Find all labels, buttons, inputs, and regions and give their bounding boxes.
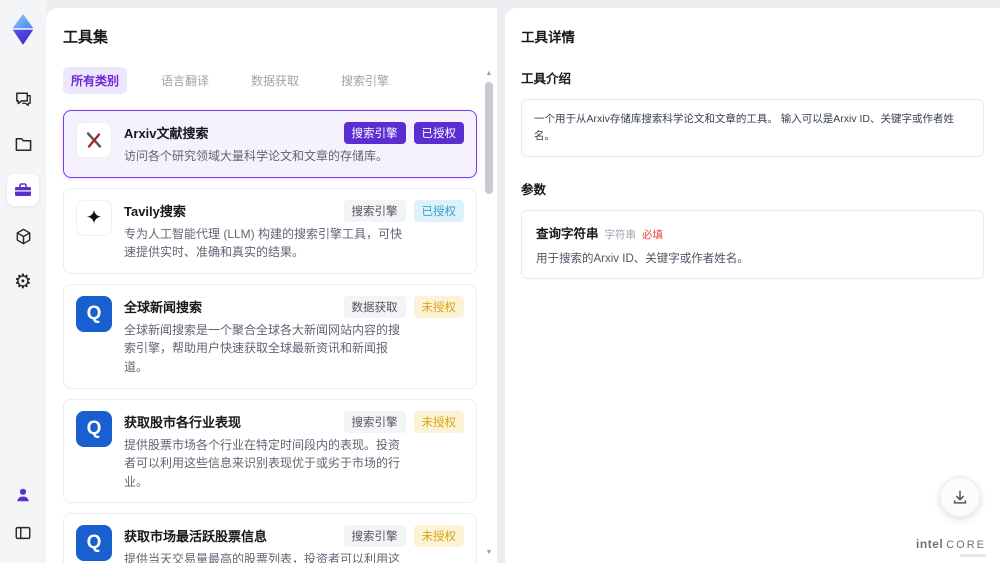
tool-card-sector-performance[interactable]: Q 获取股市各行业表现 提供股票市场各个行业在特定时间段内的表现。投资者可以利用… [63, 398, 477, 504]
scroll-up-arrow-icon[interactable]: ▲ [485, 70, 493, 78]
tool-list-panel: 工具集 所有类别 语言翻译 数据获取 搜索引擎 Arxiv文献搜索 访问各个研究… [46, 8, 497, 563]
chat-icon[interactable] [7, 82, 39, 114]
app-logo-icon [12, 13, 34, 45]
news-tool-logo-icon: Q [76, 295, 112, 332]
arxiv-logo-icon [76, 122, 112, 158]
tool-details-panel: 工具详情 工具介绍 一个用于从Arxiv存储库搜索科学论文和文章的工具。 输入可… [505, 8, 1000, 563]
folder-icon[interactable] [7, 128, 39, 160]
scrollbar-thumb[interactable] [485, 82, 493, 194]
status-badge: 已授权 [413, 199, 464, 222]
param-type: 字符串 [604, 228, 637, 241]
category-badge: 搜索引擎 [343, 525, 406, 548]
param-box: 查询字符串 字符串 必填 用于搜索的Arxiv ID、关键字或作者姓名。 [521, 209, 984, 279]
param-name: 查询字符串 [536, 226, 599, 241]
category-tabs: 所有类别 语言翻译 数据获取 搜索引擎 [63, 67, 497, 94]
finance-tool-logo-icon: Q [76, 525, 112, 562]
download-button[interactable] [940, 477, 980, 517]
scroll-down-arrow-icon[interactable]: ▼ [485, 549, 493, 557]
app-window: ⚙ 工具集 所有类别 语言翻译 数据获取 搜索引擎 Arxiv文献搜索 访问各个… [0, 0, 1000, 563]
cube-icon[interactable] [7, 220, 39, 252]
tool-card-active-stocks[interactable]: Q 获取市场最活跃股票信息 提供当天交易量最高的股票列表，投资者可以利用这些信息… [63, 513, 477, 563]
tool-card-tavily[interactable]: ✦ Tavily搜索 专为人工智能代理 (LLM) 构建的搜索引擎工具，可快速提… [63, 187, 477, 274]
status-badge: 已授权 [413, 122, 464, 144]
collapse-panel-icon[interactable] [7, 517, 39, 549]
category-badge: 搜索引擎 [343, 199, 406, 222]
status-badge: 未授权 [413, 525, 464, 548]
page-title: 工具集 [63, 29, 109, 46]
tab-all-categories[interactable]: 所有类别 [63, 67, 128, 94]
tool-description: 专为人工智能代理 (LLM) 构建的搜索引擎工具，可快速提供实时、准确和真实的结… [124, 226, 403, 260]
tab-data-fetch[interactable]: 数据获取 [243, 67, 307, 94]
param-description: 用于搜索的Arxiv ID、关键字或作者姓名。 [536, 252, 749, 265]
tool-card-arxiv[interactable]: Arxiv文献搜索 访问各个研究领域大量科学论文和文章的存储库。 搜索引擎 已授… [63, 110, 477, 178]
intro-heading: 工具介绍 [521, 72, 572, 86]
download-icon [953, 490, 967, 504]
tool-description: 访问各个研究领域大量科学论文和文章的存储库。 [124, 149, 389, 163]
tool-list: Arxiv文献搜索 访问各个研究领域大量科学论文和文章的存储库。 搜索引擎 已授… [63, 110, 477, 563]
intel-core-logo: intel core [916, 537, 986, 557]
status-badge: 未授权 [413, 410, 464, 433]
intel-brand-text: intel [916, 537, 944, 551]
tool-description: 提供当天交易量最高的股票列表，投资者可以利用这些信息来识别流动性强的股票和潜在的… [124, 552, 401, 563]
params-heading: 参数 [521, 182, 547, 197]
toolbox-icon[interactable] [7, 174, 39, 206]
intro-text: 一个用于从Arxiv存储库搜索科学论文和文章的工具。 输入可以是Arxiv ID… [534, 113, 954, 142]
main-content: 工具集 所有类别 语言翻译 数据获取 搜索引擎 Arxiv文献搜索 访问各个研究… [46, 0, 1000, 563]
tab-search-engine[interactable]: 搜索引擎 [333, 67, 397, 94]
param-required-flag: 必填 [642, 228, 664, 241]
tool-card-global-news[interactable]: Q 全球新闻搜索 全球新闻搜索是一个聚合全球各大新闻网站内容的搜索引擎，帮助用户… [63, 283, 477, 389]
tool-description: 全球新闻搜索是一个聚合全球各大新闻网站内容的搜索引擎，帮助用户快速获取全球最新资… [124, 322, 401, 374]
list-scrollbar: ▲ ▼ [484, 70, 494, 557]
finance-tool-logo-icon: Q [76, 410, 112, 447]
tab-translation[interactable]: 语言翻译 [153, 67, 217, 94]
details-title: 工具详情 [521, 30, 575, 45]
category-badge: 搜索引擎 [343, 122, 406, 144]
user-avatar-icon[interactable] [7, 479, 39, 511]
tavily-logo-icon: ✦ [76, 199, 112, 236]
tool-description: 提供股票市场各个行业在特定时间段内的表现。投资者可以利用这些信息来识别表现优于或… [124, 437, 401, 489]
status-badge: 未授权 [413, 295, 464, 318]
core-brand-text: core [946, 539, 986, 551]
category-badge: 数据获取 [343, 295, 406, 318]
category-badge: 搜索引擎 [343, 410, 406, 433]
intro-box: 一个用于从Arxiv存储库搜索科学论文和文章的工具。 输入可以是Arxiv ID… [521, 99, 984, 157]
left-rail: ⚙ [0, 0, 46, 563]
settings-gear-icon[interactable]: ⚙ [7, 266, 39, 298]
